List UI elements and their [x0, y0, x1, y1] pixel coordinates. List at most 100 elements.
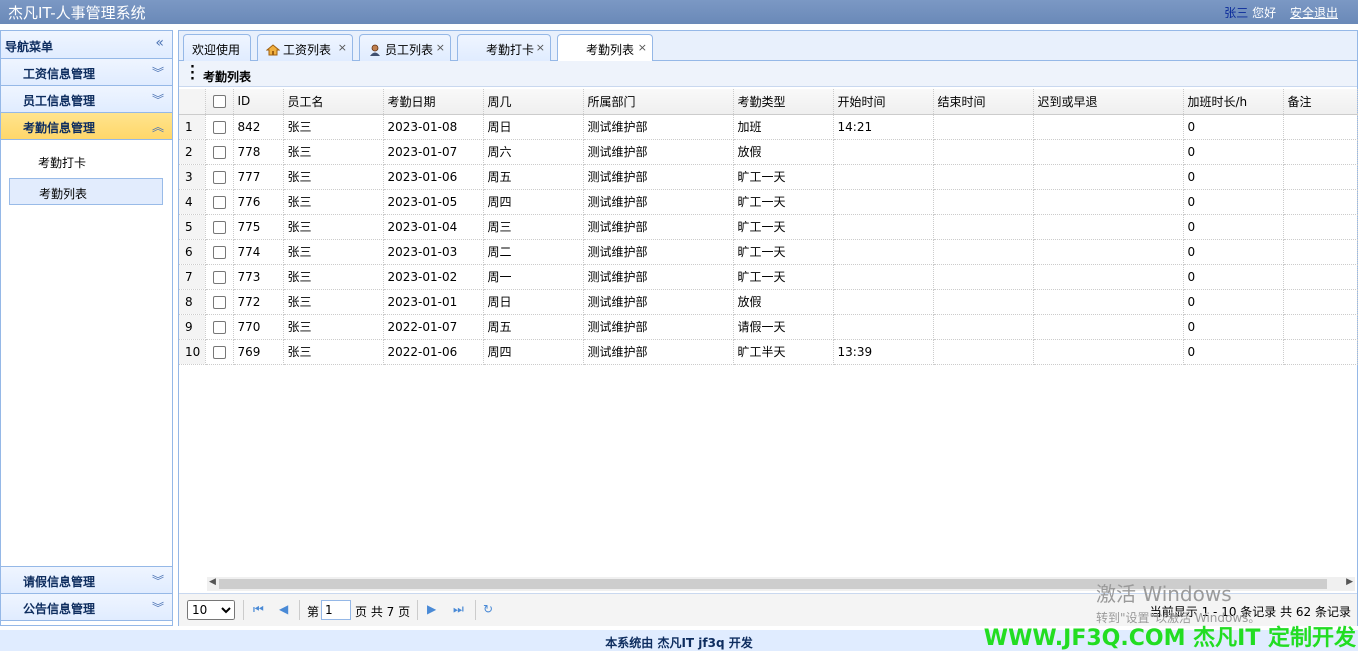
logout-link[interactable]: 安全退出 — [1290, 6, 1338, 20]
table-cell — [1033, 339, 1184, 365]
chevron-up-icon: ︽ — [151, 120, 164, 134]
col-header[interactable]: ID — [233, 89, 284, 115]
brand-overlay: WWW.JF3Q.COM 杰凡IT 定制开发 — [983, 626, 1356, 651]
table-cell — [833, 264, 934, 290]
tab-salary-list[interactable]: 工资列表 × — [257, 34, 353, 61]
table-cell — [1283, 189, 1358, 215]
scroll-left-icon[interactable]: ◀ — [209, 577, 216, 587]
close-icon[interactable]: × — [436, 41, 445, 54]
table-row[interactable]: 4 776 张三 2023-01-05 周四 测试维护部 旷工一天 0 — [179, 189, 1358, 215]
table-row[interactable]: 9 770 张三 2022-01-07 周五 测试维护部 请假一天 0 — [179, 314, 1358, 340]
table-row[interactable]: 2 778 张三 2023-01-07 周六 测试维护部 放假 0 — [179, 139, 1358, 165]
next-page-icon[interactable]: ▶ — [427, 602, 436, 616]
prev-page-icon[interactable]: ◀ — [279, 602, 288, 616]
row-checkbox[interactable] — [205, 239, 234, 265]
col-header[interactable]: 考勤日期 — [383, 89, 484, 115]
col-header[interactable]: 所属部门 — [583, 89, 734, 115]
table-row[interactable]: 5 775 张三 2023-01-04 周三 测试维护部 旷工一天 0 — [179, 214, 1358, 240]
table-cell: 2023-01-08 — [383, 114, 484, 140]
table-cell: 放假 — [733, 139, 834, 165]
table-cell: 2023-01-02 — [383, 264, 484, 290]
tab-welcome[interactable]: 欢迎使用 — [183, 34, 251, 61]
page-number-input[interactable] — [321, 600, 351, 620]
row-checkbox[interactable] — [205, 314, 234, 340]
row-checkbox[interactable] — [205, 289, 234, 315]
table-cell: 周五 — [483, 314, 584, 340]
row-checkbox[interactable] — [205, 114, 234, 140]
scroll-right-icon[interactable]: ▶ — [1346, 577, 1353, 587]
col-header[interactable]: 员工名 — [283, 89, 384, 115]
page-prefix: 第 — [307, 605, 320, 619]
table-cell — [1033, 264, 1184, 290]
table-cell — [833, 189, 934, 215]
col-header[interactable]: 迟到或早退 — [1033, 89, 1184, 115]
table-cell: 张三 — [283, 139, 384, 165]
section-salary[interactable]: 工资信息管理 ︾ — [1, 59, 172, 86]
table-cell: 测试维护部 — [583, 189, 734, 215]
table-cell: 0 — [1183, 214, 1284, 240]
table-cell — [833, 239, 934, 265]
close-icon[interactable]: × — [638, 41, 647, 54]
table-cell: 周日 — [483, 289, 584, 315]
table-cell — [1283, 339, 1358, 365]
panel-header: · · · 考勤列表 — [179, 61, 1357, 87]
table-cell: 0 — [1183, 264, 1284, 290]
col-header[interactable]: 加班时长/h — [1183, 89, 1284, 115]
tab-clock-in[interactable]: 考勤打卡 × — [457, 34, 551, 61]
chevron-down-icon: ︾ — [151, 93, 164, 107]
table-cell: 张三 — [283, 189, 384, 215]
last-page-icon[interactable]: ⏭ — [453, 602, 464, 617]
table-cell: 张三 — [283, 264, 384, 290]
col-header[interactable]: 周几 — [483, 89, 584, 115]
close-icon[interactable]: × — [536, 41, 545, 54]
table-cell: 旷工一天 — [733, 239, 834, 265]
menu-dots-icon: · · · — [190, 60, 195, 87]
tab-label: 员工列表 — [385, 43, 434, 57]
table-row[interactable]: 3 777 张三 2023-01-06 周五 测试维护部 旷工一天 0 — [179, 164, 1358, 190]
tab-label: 欢迎使用 — [192, 43, 241, 57]
row-checkbox[interactable] — [205, 189, 234, 215]
col-header[interactable]: 结束时间 — [933, 89, 1034, 115]
table-cell: 842 — [233, 114, 284, 140]
menu-item-attendance-list[interactable]: 考勤列表 — [9, 178, 163, 205]
table-cell — [1033, 214, 1184, 240]
table-cell — [933, 339, 1034, 365]
refresh-icon[interactable]: ↻ — [483, 602, 493, 616]
col-header[interactable]: 开始时间 — [833, 89, 934, 115]
col-header[interactable]: 备注 — [1283, 89, 1358, 115]
menu-item-clock-in[interactable]: 考勤打卡 — [9, 148, 163, 175]
table-row[interactable]: 8 772 张三 2023-01-01 周日 测试维护部 放假 0 — [179, 289, 1358, 315]
close-icon[interactable]: × — [338, 41, 347, 54]
first-page-icon[interactable]: ⏮ — [253, 602, 264, 617]
table-cell: 772 — [233, 289, 284, 315]
tab-attendance-list[interactable]: 考勤列表 × — [557, 34, 653, 62]
table-cell: 张三 — [283, 239, 384, 265]
select-all-checkbox[interactable] — [205, 89, 234, 115]
section-leave[interactable]: 请假信息管理 ︾ — [1, 567, 172, 594]
row-checkbox[interactable] — [205, 339, 234, 365]
table-cell — [1033, 314, 1184, 340]
section-attendance[interactable]: 考勤信息管理 ︽ — [1, 113, 172, 140]
collapse-left-icon[interactable]: « — [155, 35, 164, 51]
table-row[interactable]: 1 842 张三 2023-01-08 周日 测试维护部 加班 14:21 0 — [179, 114, 1358, 140]
section-notice[interactable]: 公告信息管理 ︾ — [1, 594, 172, 621]
table-row[interactable]: 7 773 张三 2023-01-02 周一 测试维护部 旷工一天 0 — [179, 264, 1358, 290]
table-cell: 周六 — [483, 139, 584, 165]
table-row[interactable]: 10 769 张三 2022-01-06 周四 测试维护部 旷工半天 13:39 0 — [179, 339, 1358, 365]
section-employee[interactable]: 员工信息管理 ︾ — [1, 86, 172, 113]
row-checkbox[interactable] — [205, 139, 234, 165]
table-cell: 2023-01-05 — [383, 189, 484, 215]
row-checkbox[interactable] — [205, 264, 234, 290]
page-size-select[interactable]: 10 — [187, 600, 235, 620]
row-checkbox[interactable] — [205, 214, 234, 240]
table-cell — [933, 214, 1034, 240]
col-header[interactable]: 考勤类型 — [733, 89, 834, 115]
row-checkbox[interactable] — [205, 164, 234, 190]
table-cell: 加班 — [733, 114, 834, 140]
tab-employee-list[interactable]: 员工列表 × — [359, 34, 451, 61]
table-cell: 2023-01-06 — [383, 164, 484, 190]
table-cell: 0 — [1183, 314, 1284, 340]
tab-label: 考勤列表 — [586, 43, 635, 57]
attendance-menu: 考勤打卡 考勤列表 — [1, 140, 172, 567]
table-row[interactable]: 6 774 张三 2023-01-03 周二 测试维护部 旷工一天 0 — [179, 239, 1358, 265]
